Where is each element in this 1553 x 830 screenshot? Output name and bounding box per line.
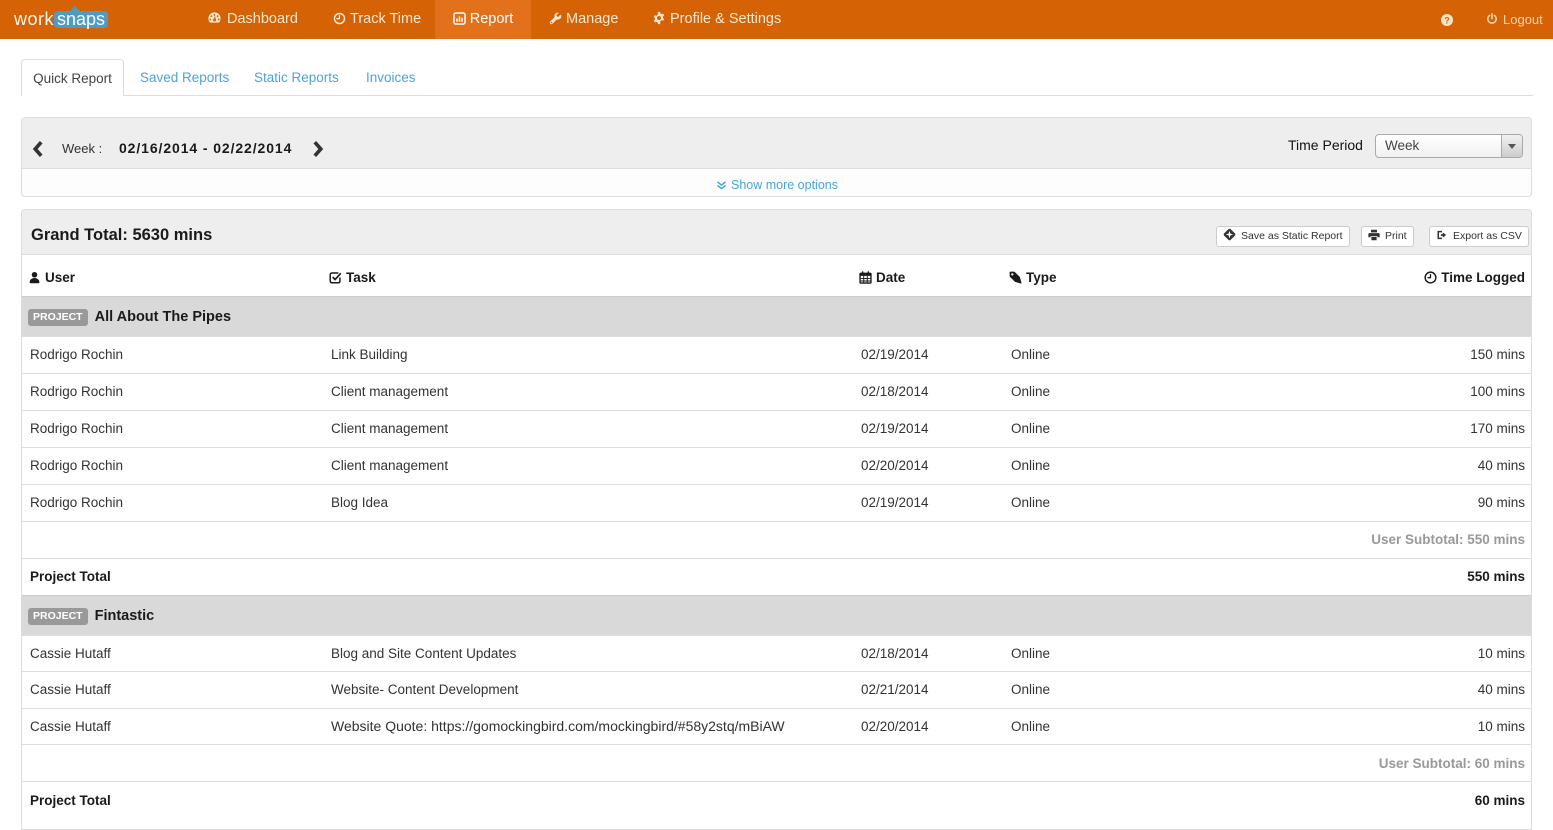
svg-text:?: ? xyxy=(1444,15,1450,25)
